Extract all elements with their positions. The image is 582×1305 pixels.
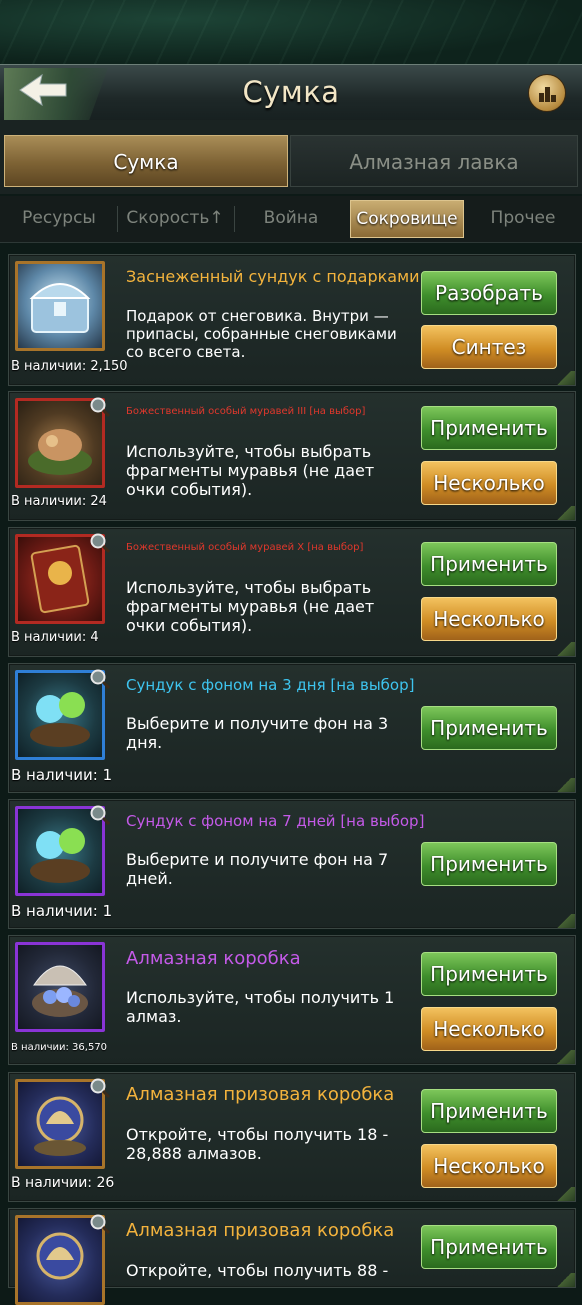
list-item: В наличии: 1 Сундук с фоном на 7 дней [н… xyxy=(8,799,576,929)
apply-button[interactable]: Применить xyxy=(421,542,557,586)
item-description: Используйте, чтобы выбрать фрагменты мур… xyxy=(126,442,375,499)
magnifier-icon[interactable] xyxy=(89,668,111,690)
list-item: В наличии: 4 Божественный особый муравей… xyxy=(8,527,576,657)
magnifier-icon[interactable] xyxy=(89,1213,111,1235)
multiple-button[interactable]: Несколько xyxy=(421,597,557,641)
item-name: Алмазная призовая коробка xyxy=(126,1084,395,1105)
magnifier-icon[interactable] xyxy=(89,1077,111,1099)
page-title: Сумка xyxy=(242,75,340,109)
item-name: Сундук с фоном на 3 дня [на выбор] xyxy=(126,676,415,694)
item-name: Божественный особый муравей III [на выбо… xyxy=(126,406,366,417)
apply-button[interactable]: Применить xyxy=(421,952,557,996)
multiple-button[interactable]: Несколько xyxy=(421,461,557,505)
ranking-icon[interactable] xyxy=(528,74,566,112)
item-description: Откройте, чтобы получить 88 - xyxy=(126,1261,389,1280)
subtab-other[interactable]: Прочее xyxy=(468,200,578,238)
diamond-box-icon xyxy=(15,942,105,1032)
multiple-button[interactable]: Несколько xyxy=(421,1007,557,1051)
item-description: Используйте, чтобы получить 1 алмаз. xyxy=(126,988,395,1026)
divider xyxy=(117,206,118,232)
item-name: Алмазная коробка xyxy=(126,948,301,969)
apply-button[interactable]: Применить xyxy=(421,842,557,886)
tab-diamond-shop[interactable]: Алмазная лавка xyxy=(290,135,578,187)
list-item: В наличии: 1 Сундук с фоном на 3 дня [на… xyxy=(8,663,576,793)
magnifier-icon[interactable] xyxy=(89,532,111,554)
available-count: В наличии: 1 xyxy=(11,766,113,784)
subtab-speed[interactable]: Скорость↑ xyxy=(120,200,230,238)
available-count: В наличии: 2,150 xyxy=(11,359,128,374)
tab-bag[interactable]: Сумка xyxy=(4,135,288,187)
magnifier-icon[interactable] xyxy=(89,396,111,418)
apply-button[interactable]: Применить xyxy=(421,406,557,450)
list-item: Алмазная призовая коробка Откройте, чтоб… xyxy=(8,1208,576,1305)
available-count: В наличии: 26 xyxy=(11,1175,115,1191)
list-item: В наличии: 36,570 Алмазная коробка Испол… xyxy=(8,935,576,1065)
multiple-button[interactable]: Несколько xyxy=(421,1144,557,1188)
top-background xyxy=(0,0,582,64)
subtab-war[interactable]: Война xyxy=(236,200,346,238)
snow-chest-icon xyxy=(15,261,105,351)
apply-button[interactable]: Применить xyxy=(421,1089,557,1133)
item-description: Используйте, чтобы выбрать фрагменты мур… xyxy=(126,578,375,635)
subtab-treasure[interactable]: Сокровище xyxy=(350,200,464,238)
available-count: В наличии: 24 xyxy=(11,494,107,509)
item-name: Божественный особый муравей X [на выбор] xyxy=(126,542,364,553)
item-description: Подарок от снеговика. Внутри — припасы, … xyxy=(126,307,397,361)
available-count: В наличии: 1 xyxy=(11,902,113,920)
item-name: Алмазная призовая коробка xyxy=(126,1220,395,1241)
synthesize-button[interactable]: Синтез xyxy=(421,325,557,369)
item-description: Откройте, чтобы получить 18 - 28,888 алм… xyxy=(126,1125,389,1163)
available-count: В наличии: 4 xyxy=(11,630,99,645)
list-item: В наличии: 26 Алмазная призовая коробка … xyxy=(8,1072,576,1202)
list-item: В наличии: 2,150 Заснеженный сундук с по… xyxy=(8,254,576,386)
divider xyxy=(234,206,235,232)
subtab-resources[interactable]: Ресурсы xyxy=(4,200,114,238)
item-name: Сундук с фоном на 7 дней [на выбор] xyxy=(126,812,425,830)
item-description: Выберите и получите фон на 7 дней. xyxy=(126,850,389,888)
available-count: В наличии: 36,570 xyxy=(11,1042,108,1053)
magnifier-icon[interactable] xyxy=(89,804,111,826)
list-item: В наличии: 24 Божественный особый мураве… xyxy=(8,391,576,521)
item-description: Выберите и получите фон на 3 дня. xyxy=(126,714,389,752)
apply-button[interactable]: Применить xyxy=(421,706,557,750)
disassemble-button[interactable]: Разобрать xyxy=(421,271,557,315)
apply-button[interactable]: Применить xyxy=(421,1225,557,1269)
item-name: Заснеженный сундук с подарками xyxy=(126,267,420,286)
